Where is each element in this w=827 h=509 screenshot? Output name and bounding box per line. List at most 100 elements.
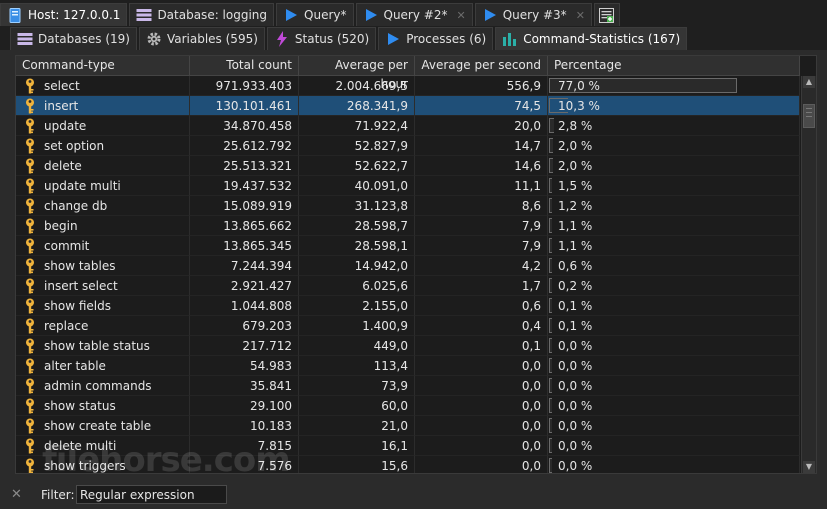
key-icon	[22, 398, 38, 414]
cell-average-per-hour: 60,0	[299, 396, 415, 416]
cell-average-per-hour: 73,9	[299, 376, 415, 396]
cell-percentage: 0,0 %	[548, 376, 800, 396]
new-query-tab-button[interactable]	[593, 3, 620, 26]
table-row[interactable]: update 34.870.458 71.922,4 20,0 2,8 %	[16, 116, 800, 136]
close-icon[interactable]: ✕	[576, 9, 585, 22]
table-row[interactable]: admin commands 35.841 73,9 0,0 0,0 %	[16, 376, 800, 396]
command-type-text: select	[44, 78, 80, 93]
cell-command-type: show table status	[16, 336, 190, 356]
scroll-down-arrow-icon[interactable]: ▼	[803, 461, 815, 473]
command-type-text: show create table	[44, 418, 152, 433]
table-row[interactable]: show tables 7.244.394 14.942,0 4,2 0,6 %	[16, 256, 800, 276]
table-row[interactable]: show create table 10.183 21,0 0,0 0,0 %	[16, 416, 800, 436]
cell-command-type: update multi	[16, 176, 190, 196]
cell-total-count: 13.865.345	[190, 236, 299, 256]
cell-average-per-hour: 2.155,0	[299, 296, 415, 316]
table-row[interactable]: show table status 217.712 449,0 0,1 0,0 %	[16, 336, 800, 356]
play-icon	[482, 7, 498, 23]
cell-command-type: insert	[16, 96, 190, 116]
cell-average-per-second: 0,0	[415, 376, 548, 396]
cell-average-per-hour: 14.942,0	[299, 256, 415, 276]
table-row[interactable]: show status 29.100 60,0 0,0 0,0 %	[16, 396, 800, 416]
filter-input[interactable]	[76, 485, 227, 504]
percentage-text: 2,8 %	[558, 119, 593, 133]
filter-label: Filter:	[41, 488, 75, 502]
tab-host[interactable]: Host: 127.0.0.1	[0, 3, 128, 26]
table-row[interactable]: insert 130.101.461 268.341,9 74,5 10,3 %	[16, 96, 800, 116]
cell-total-count: 25.513.321	[190, 156, 299, 176]
scroll-up-arrow-icon[interactable]: ▲	[803, 76, 815, 88]
column-header-average-per-second[interactable]: Average per second	[415, 56, 548, 75]
tab-variables[interactable]: Variables (595)	[138, 27, 265, 50]
close-icon[interactable]: ✕	[456, 9, 465, 22]
tab-status-label: Status (520)	[294, 32, 370, 46]
table-row[interactable]: update multi 19.437.532 40.091,0 11,1 1,5 %	[16, 176, 800, 196]
cell-average-per-second: 0,0	[415, 456, 548, 473]
cell-average-per-hour: 31.123,8	[299, 196, 415, 216]
tab-query-3-label: Query #3*	[502, 8, 567, 22]
tab-processes[interactable]: Processes (6)	[378, 27, 494, 50]
key-icon	[22, 438, 38, 454]
table-row[interactable]: delete 25.513.321 52.622,7 14,6 2,0 %	[16, 156, 800, 176]
table-row[interactable]: insert select 2.921.427 6.025,6 1,7 0,2 %	[16, 276, 800, 296]
cell-total-count: 130.101.461	[190, 96, 299, 116]
column-header-command-type[interactable]: Command-type	[16, 56, 190, 75]
table-row[interactable]: set option 25.612.792 52.827,9 14,7 2,0 %	[16, 136, 800, 156]
database-icon	[136, 7, 152, 23]
cell-average-per-hour: 28.598,7	[299, 216, 415, 236]
cell-percentage: 1,1 %	[548, 216, 800, 236]
top-tab-bar: Host: 127.0.0.1 Database: logging Query*…	[0, 0, 827, 26]
cell-percentage: 0,1 %	[548, 296, 800, 316]
cell-total-count: 971.933.403	[190, 76, 299, 96]
table-row[interactable]: begin 13.865.662 28.598,7 7,9 1,1 %	[16, 216, 800, 236]
cell-total-count: 1.044.808	[190, 296, 299, 316]
command-type-text: insert	[44, 98, 79, 113]
tab-status[interactable]: Status (520)	[266, 27, 377, 50]
table-row[interactable]: commit 13.865.345 28.598,1 7,9 1,1 %	[16, 236, 800, 256]
cell-average-per-hour: 40.091,0	[299, 176, 415, 196]
percentage-bar	[549, 198, 552, 213]
tab-databases[interactable]: Databases (19)	[10, 27, 137, 50]
percentage-bar	[549, 318, 552, 333]
percentage-text: 2,0 %	[558, 159, 593, 173]
cell-average-per-hour: 16,1	[299, 436, 415, 456]
tab-query-1[interactable]: Query*	[276, 3, 354, 26]
cell-percentage: 1,2 %	[548, 196, 800, 216]
command-type-text: begin	[44, 218, 78, 233]
cell-average-per-hour: 52.827,9	[299, 136, 415, 156]
percentage-text: 0,1 %	[558, 319, 593, 333]
tab-database[interactable]: Database: logging	[129, 3, 275, 26]
command-type-text: insert select	[44, 278, 118, 293]
cell-average-per-second: 0,0	[415, 396, 548, 416]
cell-total-count: 7.815	[190, 436, 299, 456]
cell-average-per-second: 4,2	[415, 256, 548, 276]
table-row[interactable]: change db 15.089.919 31.123,8 8,6 1,2 %	[16, 196, 800, 216]
bar-chart-icon	[502, 31, 518, 47]
close-filter-icon[interactable]: ✕	[11, 487, 22, 502]
column-header-total-count[interactable]: Total count	[190, 56, 299, 75]
command-type-text: replace	[44, 318, 89, 333]
table-row[interactable]: select 971.933.403 2.004.669,5 556,9 77,0 %	[16, 76, 800, 96]
tab-command-statistics[interactable]: Command-Statistics (167)	[495, 27, 688, 50]
table-row[interactable]: alter table 54.983 113,4 0,0 0,0 %	[16, 356, 800, 376]
key-icon	[22, 338, 38, 354]
column-header-percentage[interactable]: Percentage	[548, 56, 800, 75]
cell-percentage: 0,1 %	[548, 316, 800, 336]
cell-percentage: 0,6 %	[548, 256, 800, 276]
key-icon	[22, 358, 38, 374]
column-header-average-per-hour[interactable]: Average per hour	[299, 56, 415, 91]
table-row[interactable]: delete multi 7.815 16,1 0,0 0,0 %	[16, 436, 800, 456]
table-row[interactable]: show triggers 7.576 15,6 0,0 0,0 %	[16, 456, 800, 473]
tab-query-3[interactable]: Query #3* ✕	[474, 3, 592, 26]
vertical-scrollbar[interactable]: ▲ ▼	[801, 76, 816, 473]
table-row[interactable]: show fields 1.044.808 2.155,0 0,6 0,1 %	[16, 296, 800, 316]
command-type-text: set option	[44, 138, 105, 153]
cell-average-per-second: 0,6	[415, 296, 548, 316]
percentage-bar	[549, 178, 552, 193]
tab-query-2[interactable]: Query #2* ✕	[355, 3, 473, 26]
scrollbar-thumb[interactable]	[803, 104, 815, 128]
table-row[interactable]: replace 679.203 1.400,9 0,4 0,1 %	[16, 316, 800, 336]
percentage-bar	[549, 418, 552, 433]
command-statistics-grid[interactable]: Command-type Total count Average per hou…	[15, 55, 817, 474]
cell-average-per-hour: 52.622,7	[299, 156, 415, 176]
